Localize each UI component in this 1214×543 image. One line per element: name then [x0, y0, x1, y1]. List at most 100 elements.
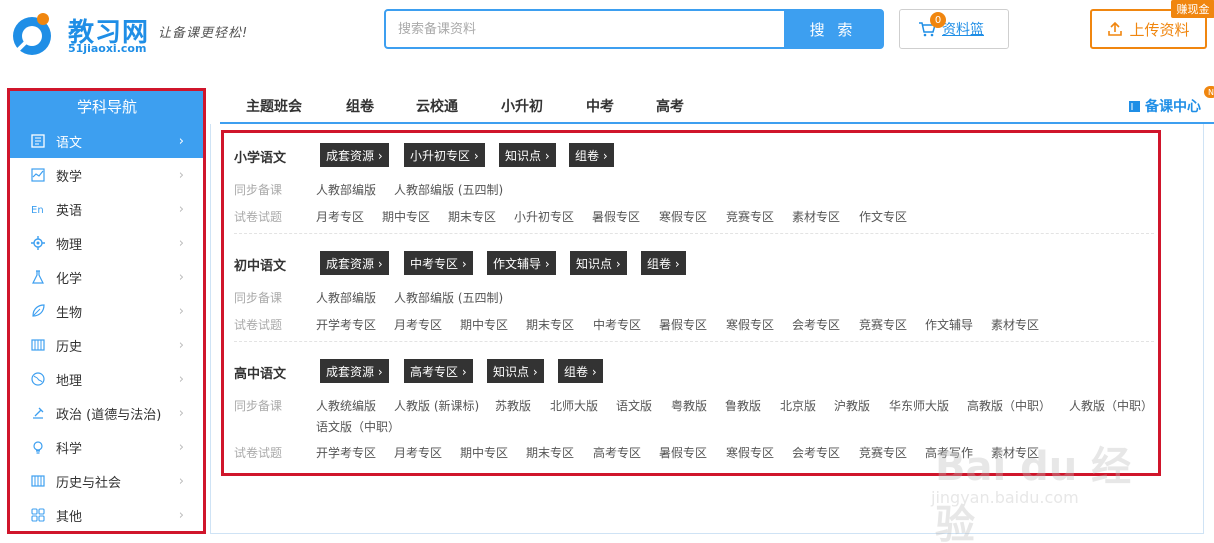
nav-item-zhongkao[interactable]: 中考: [586, 96, 614, 116]
resource-link[interactable]: 竞赛专区: [726, 208, 774, 225]
sidebar-item-biology[interactable]: 生物 ›: [10, 294, 204, 328]
resource-link[interactable]: 竞赛专区: [859, 316, 907, 333]
row-label: 同步备课: [234, 183, 283, 197]
resource-link[interactable]: 开学考专区: [316, 444, 376, 461]
resource-link[interactable]: 期中专区: [382, 208, 430, 225]
basket-label: 资料篮: [942, 22, 984, 38]
sidebar-item-politics[interactable]: 政治 (道德与法治) ›: [10, 396, 204, 430]
top-nav: 主题班会 组卷 云校通 小升初 中考 高考: [220, 88, 1214, 124]
sidebar-item-history-society[interactable]: 历史与社会 ›: [10, 464, 204, 498]
resource-link[interactable]: 作文专区: [859, 208, 907, 225]
resource-link[interactable]: 人教版 (新课标): [394, 397, 479, 414]
resource-link[interactable]: 寒假专区: [659, 208, 707, 225]
tag-button[interactable]: 组卷 ›: [569, 143, 614, 167]
resource-link[interactable]: 北京版: [780, 397, 816, 414]
sidebar-item-chinese[interactable]: 语文 ›: [10, 124, 204, 158]
resource-link[interactable]: 沪教版: [834, 397, 870, 414]
resource-link[interactable]: 寒假专区: [726, 316, 774, 333]
lesson-center-label: 备课中心: [1145, 99, 1201, 115]
section-title[interactable]: 高中语文: [234, 363, 286, 382]
nav-item-cloud-school[interactable]: 云校通: [416, 96, 458, 116]
section-title[interactable]: 小学语文: [234, 147, 286, 166]
nav-item-paper[interactable]: 组卷: [346, 96, 374, 116]
sidebar-item-geography[interactable]: 地理 ›: [10, 362, 204, 396]
resource-link[interactable]: 华东师大版: [889, 397, 949, 414]
flask-icon: [30, 269, 46, 285]
resource-link[interactable]: 开学考专区: [316, 316, 376, 333]
logo-domain: 51jiaoxi.com: [68, 42, 147, 55]
resource-link[interactable]: 高考专区: [593, 444, 641, 461]
resource-link[interactable]: 人教版（中职）: [1069, 397, 1153, 414]
site-logo[interactable]: 教习网 51jiaoxi.com 让备课更轻松!: [6, 8, 276, 58]
resource-link[interactable]: 小升初专区: [514, 208, 574, 225]
nav-item-gaokao[interactable]: 高考: [656, 96, 684, 116]
nav-item-primary-to-middle[interactable]: 小升初: [501, 96, 543, 116]
lesson-center-link[interactable]: 备课中心: [1128, 96, 1201, 116]
search-button[interactable]: 搜 索: [784, 11, 882, 47]
tag-button[interactable]: 成套资源 ›: [320, 143, 389, 167]
resource-link[interactable]: 人教部编版: [316, 181, 376, 198]
resource-link[interactable]: 暑假专区: [659, 316, 707, 333]
resource-link[interactable]: 苏教版: [495, 397, 531, 414]
sidebar-item-history[interactable]: 历史 ›: [10, 328, 204, 362]
resource-link[interactable]: 人教部编版 (五四制): [394, 181, 503, 198]
sidebar-title: 学科导航: [10, 88, 204, 124]
resource-link[interactable]: 作文辅导: [925, 316, 973, 333]
resource-link[interactable]: 月考专区: [316, 208, 364, 225]
tag-button[interactable]: 成套资源 ›: [320, 359, 389, 383]
section-title[interactable]: 初中语文: [234, 255, 286, 274]
tag-button[interactable]: 高考专区 ›: [404, 359, 473, 383]
resource-link[interactable]: 暑假专区: [659, 444, 707, 461]
resource-link[interactable]: 月考专区: [394, 316, 442, 333]
resource-link[interactable]: 会考专区: [792, 444, 840, 461]
tag-button[interactable]: 组卷 ›: [558, 359, 603, 383]
tag-button[interactable]: 成套资源 ›: [320, 251, 389, 275]
resource-link[interactable]: 会考专区: [792, 316, 840, 333]
resource-link[interactable]: 期末专区: [526, 444, 574, 461]
tag-button[interactable]: 小升初专区 ›: [404, 143, 485, 167]
sidebar-item-science[interactable]: 科学 ›: [10, 430, 204, 464]
sidebar-item-other[interactable]: 其他 ›: [10, 498, 204, 532]
resource-link[interactable]: 寒假专区: [726, 444, 774, 461]
resource-link[interactable]: 期中专区: [460, 316, 508, 333]
tag-button[interactable]: 中考专区 ›: [404, 251, 473, 275]
nav-item-theme-class[interactable]: 主题班会: [246, 96, 302, 116]
tag-button[interactable]: 知识点 ›: [487, 359, 544, 383]
sidebar-item-english[interactable]: En 英语 ›: [10, 192, 204, 226]
resource-link[interactable]: 月考专区: [394, 444, 442, 461]
tag-button[interactable]: 知识点 ›: [499, 143, 556, 167]
resource-link[interactable]: 粤教版: [671, 397, 707, 414]
resource-link[interactable]: 人教统编版: [316, 397, 376, 414]
chart-icon: [30, 167, 46, 183]
resource-link[interactable]: 北师大版: [550, 397, 598, 414]
resource-link[interactable]: 语文版（中职）: [316, 418, 400, 435]
row-label: 试卷试题: [234, 210, 283, 224]
resource-link[interactable]: 素材专区: [792, 208, 840, 225]
resource-link[interactable]: 期末专区: [448, 208, 496, 225]
resource-link[interactable]: 语文版: [616, 397, 652, 414]
resource-link[interactable]: 期中专区: [460, 444, 508, 461]
resource-link[interactable]: 高考写作: [925, 444, 973, 461]
upload-icon: [1108, 21, 1123, 36]
tag-button[interactable]: 组卷 ›: [641, 251, 686, 275]
resource-link[interactable]: 期末专区: [526, 316, 574, 333]
resource-link[interactable]: 竞赛专区: [859, 444, 907, 461]
sidebar-item-math[interactable]: 数学 ›: [10, 158, 204, 192]
sidebar-item-chemistry[interactable]: 化学 ›: [10, 260, 204, 294]
resource-link[interactable]: 中考专区: [593, 316, 641, 333]
resource-link[interactable]: 人教部编版 (五四制): [394, 289, 503, 306]
resource-link[interactable]: 素材专区: [991, 316, 1039, 333]
resource-link[interactable]: 暑假专区: [592, 208, 640, 225]
tag-button[interactable]: 作文辅导 ›: [487, 251, 556, 275]
earn-cash-tag[interactable]: 赚现金: [1171, 0, 1214, 18]
resource-link[interactable]: 素材专区: [991, 444, 1039, 461]
scroll-icon: [30, 337, 46, 353]
tag-button[interactable]: 知识点 ›: [570, 251, 627, 275]
resource-link[interactable]: 人教部编版: [316, 289, 376, 306]
law-icon: [30, 405, 46, 421]
search-input[interactable]: [386, 11, 786, 47]
sidebar-item-physics[interactable]: 物理 ›: [10, 226, 204, 260]
basket-button[interactable]: 资料篮: [899, 9, 1009, 49]
resource-link[interactable]: 高教版（中职）: [967, 397, 1051, 414]
resource-link[interactable]: 鲁教版: [725, 397, 761, 414]
